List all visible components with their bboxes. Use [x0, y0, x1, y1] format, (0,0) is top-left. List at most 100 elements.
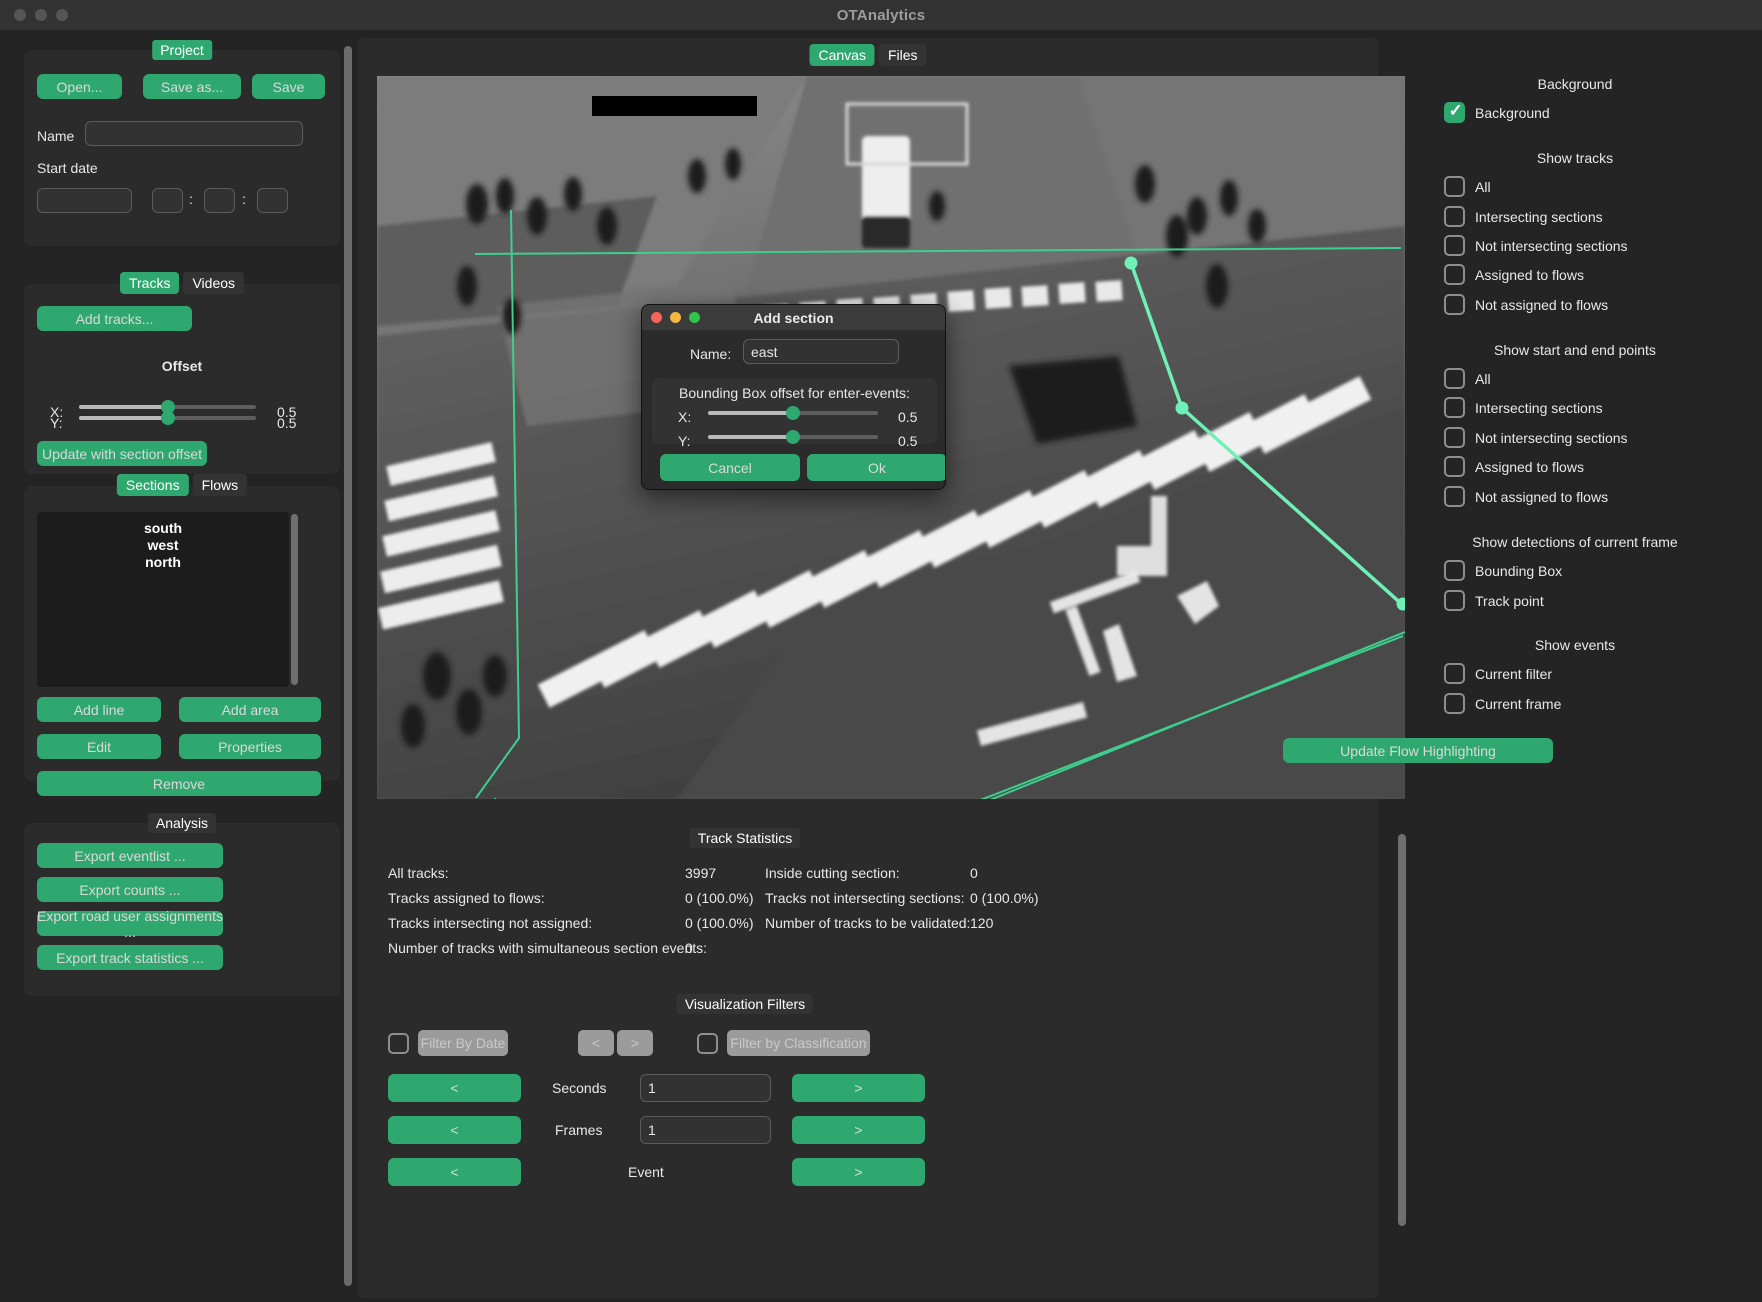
checkbox-row-current-frame[interactable]: Current frame — [1444, 693, 1561, 714]
tracks-intersecting-checkbox[interactable] — [1444, 206, 1465, 227]
points-assigned-checkbox[interactable] — [1444, 456, 1465, 477]
dialog-name-input[interactable] — [743, 339, 899, 364]
points-not-assigned-checkbox[interactable] — [1444, 486, 1465, 507]
close-icon[interactable] — [14, 9, 26, 21]
points-all-checkbox[interactable] — [1444, 368, 1465, 389]
project-name-input[interactable] — [85, 121, 303, 146]
dialog-name-label: Name: — [690, 346, 731, 362]
dialog-ok-button[interactable]: Ok — [807, 454, 946, 481]
event-label: Event — [628, 1164, 664, 1180]
dialog-maximize-icon[interactable] — [689, 312, 700, 323]
seconds-input[interactable] — [640, 1074, 771, 1102]
current-frame-checkbox[interactable] — [1444, 693, 1465, 714]
minimize-icon[interactable] — [35, 9, 47, 21]
checkbox-row-points-not-assigned[interactable]: Not assigned to flows — [1444, 486, 1608, 507]
frames-prev-button[interactable]: < — [388, 1116, 521, 1144]
tab-sections[interactable]: Sections — [117, 474, 189, 496]
export-road-user-assignments-button[interactable]: Export road user assignments ... — [37, 911, 223, 936]
points-not-intersecting-checkbox[interactable] — [1444, 427, 1465, 448]
tab-files[interactable]: Files — [879, 44, 927, 66]
open-button[interactable]: Open... — [37, 74, 122, 99]
tracks-not-intersecting-checkbox[interactable] — [1444, 235, 1465, 256]
start-second-input[interactable] — [257, 188, 288, 213]
sections-list-scrollbar[interactable] — [291, 514, 298, 685]
dialog-cancel-button[interactable]: Cancel — [660, 454, 800, 481]
dialog-minimize-icon[interactable] — [670, 312, 681, 323]
section-properties-button[interactable]: Properties — [179, 734, 321, 759]
start-minute-input[interactable] — [204, 188, 235, 213]
checkbox-row-tracks-not-intersecting[interactable]: Not intersecting sections — [1444, 235, 1628, 256]
bounding-box-checkbox[interactable] — [1444, 560, 1465, 581]
tracks-not-assigned-checkbox[interactable] — [1444, 294, 1465, 315]
add-tracks-button[interactable]: Add tracks... — [37, 306, 192, 331]
edit-section-button[interactable]: Edit — [37, 734, 161, 759]
list-item[interactable]: north — [37, 554, 289, 571]
track-point-checkbox[interactable] — [1444, 590, 1465, 611]
save-button[interactable]: Save — [252, 74, 325, 99]
seconds-next-button[interactable]: > — [792, 1074, 925, 1102]
dialog-offset-y-slider[interactable] — [708, 427, 878, 447]
checkbox-row-background[interactable]: Background — [1444, 102, 1550, 123]
filter-by-classification-checkbox[interactable] — [697, 1033, 718, 1054]
tab-videos[interactable]: Videos — [183, 272, 244, 294]
event-next-button[interactable]: > — [792, 1158, 925, 1186]
filter-by-classification-button[interactable]: Filter by Classification — [727, 1030, 870, 1056]
stat-label: Tracks assigned to flows: — [388, 890, 545, 906]
export-track-statistics-button[interactable]: Export track statistics ... — [37, 945, 223, 970]
remove-section-button[interactable]: Remove — [37, 771, 321, 796]
list-item[interactable]: west — [37, 537, 289, 554]
tracks-assigned-checkbox[interactable] — [1444, 264, 1465, 285]
tab-flows[interactable]: Flows — [193, 474, 248, 496]
date-prev-button[interactable]: < — [578, 1030, 614, 1056]
frames-input[interactable] — [640, 1116, 771, 1144]
checkbox-row-tracks-not-assigned[interactable]: Not assigned to flows — [1444, 294, 1608, 315]
add-area-button[interactable]: Add area — [179, 697, 321, 722]
save-as-button[interactable]: Save as... — [143, 74, 241, 99]
checkbox-row-bounding-box[interactable]: Bounding Box — [1444, 560, 1562, 581]
seconds-prev-button[interactable]: < — [388, 1074, 521, 1102]
background-checkbox[interactable] — [1444, 102, 1465, 123]
tab-canvas[interactable]: Canvas — [809, 44, 874, 66]
checkbox-row-tracks-all[interactable]: All — [1444, 176, 1491, 197]
export-counts-button[interactable]: Export counts ... — [37, 877, 223, 902]
frames-next-button[interactable]: > — [792, 1116, 925, 1144]
start-date-input[interactable] — [37, 188, 132, 213]
slider-knob[interactable] — [161, 411, 175, 425]
slider-knob[interactable] — [786, 430, 800, 444]
checkbox-row-points-intersecting[interactable]: Intersecting sections — [1444, 397, 1603, 418]
filter-by-date-checkbox[interactable] — [388, 1033, 409, 1054]
window-controls[interactable] — [14, 9, 68, 21]
left-sidebar-scrollbar[interactable] — [344, 46, 352, 1286]
checkbox-row-points-assigned[interactable]: Assigned to flows — [1444, 456, 1584, 477]
checkbox-row-points-all[interactable]: All — [1444, 368, 1491, 389]
offset-y-value: 0.5 — [277, 415, 296, 431]
maximize-icon[interactable] — [56, 9, 68, 21]
stat-label: Tracks intersecting not assigned: — [388, 915, 592, 931]
add-line-button[interactable]: Add line — [37, 697, 161, 722]
update-with-section-offset-button[interactable]: Update with section offset — [37, 441, 207, 466]
checkbox-label: All — [1475, 371, 1491, 387]
checkbox-row-points-not-intersecting[interactable]: Not intersecting sections — [1444, 427, 1628, 448]
export-eventlist-button[interactable]: Export eventlist ... — [37, 843, 223, 868]
slider-knob[interactable] — [786, 406, 800, 420]
current-filter-checkbox[interactable] — [1444, 663, 1465, 684]
checkbox-row-tracks-intersecting[interactable]: Intersecting sections — [1444, 206, 1603, 227]
dialog-window-controls[interactable] — [651, 312, 700, 323]
tracks-all-checkbox[interactable] — [1444, 176, 1465, 197]
list-item[interactable]: south — [37, 520, 289, 537]
update-flow-highlighting-button[interactable]: Update Flow Highlighting — [1283, 738, 1553, 763]
start-hour-input[interactable] — [152, 188, 183, 213]
event-prev-button[interactable]: < — [388, 1158, 521, 1186]
points-intersecting-checkbox[interactable] — [1444, 397, 1465, 418]
checkbox-row-tracks-assigned[interactable]: Assigned to flows — [1444, 264, 1584, 285]
dialog-offset-x-slider[interactable] — [708, 403, 878, 423]
checkbox-row-track-point[interactable]: Track point — [1444, 590, 1544, 611]
offset-y-slider[interactable] — [79, 408, 256, 428]
stat-value: 0 — [970, 865, 978, 881]
filter-by-date-button[interactable]: Filter By Date — [418, 1030, 508, 1056]
checkbox-row-current-filter[interactable]: Current filter — [1444, 663, 1552, 684]
sections-list[interactable]: south west north — [37, 512, 289, 687]
tab-tracks[interactable]: Tracks — [120, 272, 179, 294]
dialog-close-icon[interactable] — [651, 312, 662, 323]
date-next-button[interactable]: > — [617, 1030, 653, 1056]
